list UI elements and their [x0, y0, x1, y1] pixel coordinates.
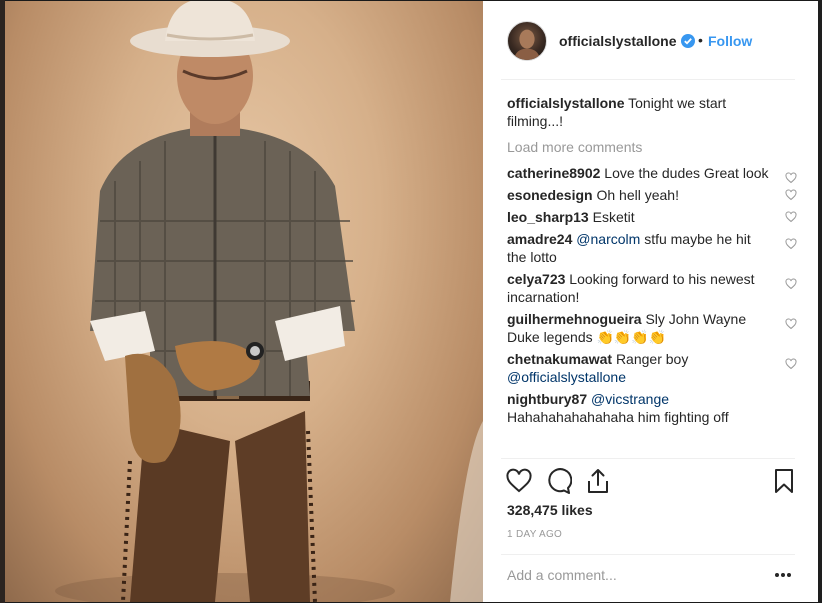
post-photo[interactable] — [5, 1, 483, 602]
comment-mention[interactable]: @narcolm — [576, 231, 640, 247]
load-more-comments-button[interactable]: Load more comments — [507, 138, 799, 156]
comment-username[interactable]: leo_sharp13 — [507, 209, 589, 225]
post-header: officialslystallone • Follow — [483, 1, 818, 80]
comment-like-icon[interactable] — [785, 278, 797, 290]
add-comment-divider — [501, 554, 795, 555]
more-options-icon[interactable] — [773, 567, 793, 583]
comment-text: Esketit — [592, 209, 635, 225]
comment-username[interactable]: catherine8902 — [507, 165, 600, 181]
comment-text: Hahahahahahahaha him fighting off — [507, 409, 729, 425]
comment-item: nightbury87 @vicstrange Hahahahahahahaha… — [507, 390, 799, 426]
username-link[interactable]: officialslystallone — [559, 33, 676, 49]
post-photo-illustration — [55, 1, 483, 602]
comment-username[interactable]: amadre24 — [507, 231, 572, 247]
caption-username[interactable]: officialslystallone — [507, 95, 624, 111]
avatar[interactable] — [507, 21, 547, 61]
comment-like-icon[interactable] — [785, 318, 797, 330]
separator-dot: • — [698, 32, 703, 48]
comment-like-icon[interactable] — [785, 238, 797, 250]
comment-like-icon[interactable] — [785, 172, 797, 184]
backdrop-right — [818, 0, 822, 603]
bookmark-icon[interactable] — [770, 467, 798, 495]
comment-item: catherine8902 Love the dudes Great look — [507, 164, 799, 184]
actions-divider — [501, 458, 795, 459]
comment-item: chetnakumawat Ranger boy @officialslysta… — [507, 350, 799, 386]
comment-like-icon[interactable] — [785, 358, 797, 370]
comment-item: guilhermehnogueira Sly John Wayne Duke l… — [507, 310, 799, 346]
share-icon[interactable] — [584, 467, 612, 495]
comment-username[interactable]: guilhermehnogueira — [507, 311, 642, 327]
comment-text: Love the dudes Great look — [604, 165, 769, 181]
comment-item: leo_sharp13 Esketit — [507, 208, 799, 226]
comment-text: Oh hell yeah! — [596, 187, 679, 203]
comment-item: celya723 Looking forward to his newest i… — [507, 270, 799, 306]
comment-mention[interactable]: @vicstrange — [591, 391, 669, 407]
add-comment-input[interactable] — [507, 565, 747, 585]
comments-list: officialslystallone Tonight we start fil… — [507, 94, 799, 458]
comment-item: esonedesign Oh hell yeah! — [507, 186, 799, 204]
comment-text: Ranger boy — [615, 351, 689, 367]
header-divider — [501, 79, 795, 80]
comment-username[interactable]: celya723 — [507, 271, 565, 287]
comment-icon[interactable] — [544, 467, 572, 495]
comment-username[interactable]: esonedesign — [507, 187, 593, 203]
comment-username[interactable]: nightbury87 — [507, 391, 587, 407]
post-timestamp: 1 DAY AGO — [507, 529, 563, 540]
follow-button[interactable]: Follow — [708, 33, 752, 49]
avatar-image — [513, 29, 541, 60]
caption: officialslystallone Tonight we start fil… — [507, 94, 799, 130]
comment-like-icon[interactable] — [785, 211, 797, 223]
comment-item: amadre24 @narcolm stfu maybe he hit the … — [507, 230, 799, 266]
heart-icon[interactable] — [505, 467, 533, 495]
comment-mention[interactable]: @officialslystallone — [507, 369, 626, 385]
verified-badge-icon — [681, 34, 695, 48]
post-side-panel: officialslystallone • Follow officialsly… — [483, 1, 818, 602]
comment-username[interactable]: chetnakumawat — [507, 351, 612, 367]
likes-count[interactable]: 328,475 likes — [507, 502, 593, 518]
comment-like-icon[interactable] — [785, 189, 797, 201]
